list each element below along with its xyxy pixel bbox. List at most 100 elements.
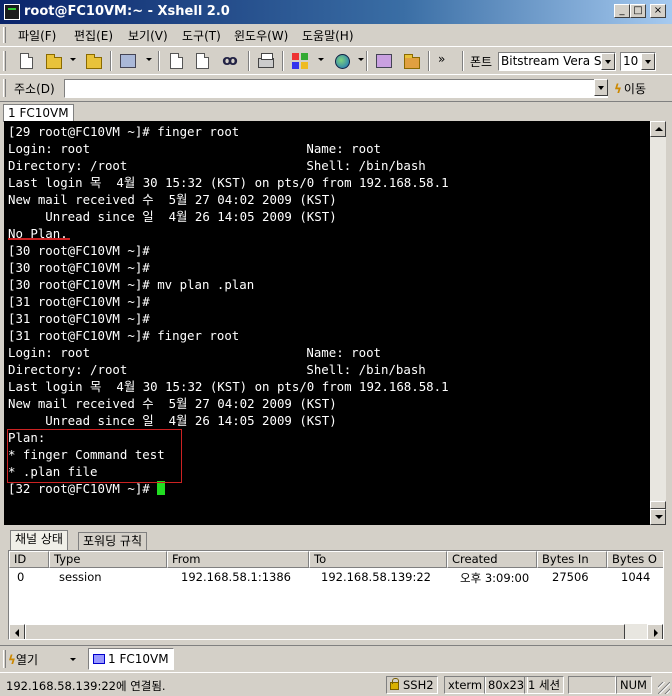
- column-header-type[interactable]: Type: [49, 551, 167, 568]
- session-tab[interactable]: 1 FC10VM: [3, 104, 74, 122]
- address-dropdown-arrow[interactable]: [594, 79, 608, 96]
- layout-dropdown-arrow[interactable]: [318, 58, 324, 61]
- toolbar-separator: [248, 51, 250, 71]
- lock-icon: [390, 678, 399, 690]
- menu-tools[interactable]: 도구(T): [182, 27, 221, 44]
- resize-grip[interactable]: [658, 682, 670, 694]
- toolbar-grip[interactable]: [3, 51, 6, 71]
- terminal-line: Unread since 일 4월 26 14:05 2009 (KST): [8, 209, 337, 224]
- column-header-id[interactable]: ID: [9, 551, 49, 568]
- scroll-up-button[interactable]: [650, 121, 666, 137]
- address-input[interactable]: [64, 79, 608, 98]
- toolbar-separator: [158, 51, 160, 71]
- scroll-down-button[interactable]: [650, 509, 666, 525]
- open-session-button[interactable]: [44, 51, 64, 71]
- cell-bytes-in: 27506: [552, 570, 589, 584]
- column-header-to[interactable]: To: [309, 551, 447, 568]
- terminal-screen[interactable]: [29 root@FC10VM ~]# finger root Login: ro…: [4, 121, 650, 525]
- cell-to: 192.168.58.139:22: [321, 570, 431, 584]
- folder-lock-icon: [86, 53, 102, 69]
- terminal-scrollbar[interactable]: [650, 121, 666, 525]
- toolbar-separator: [366, 51, 368, 71]
- address-label: 주소(D): [14, 82, 55, 96]
- scroll-thumb[interactable]: [650, 501, 666, 509]
- transfer-dropdown-arrow[interactable]: [358, 58, 364, 61]
- open-dropdown-arrow[interactable]: [70, 58, 76, 61]
- scroll-left-button[interactable]: [9, 624, 25, 639]
- new-document-icon: [19, 53, 33, 69]
- minimize-button[interactable]: _: [614, 4, 630, 18]
- session-manager-button[interactable]: [84, 51, 104, 71]
- cell-bytes-out: 1044: [621, 570, 651, 584]
- session-count-panel: 1 세션: [524, 676, 565, 694]
- menu-window[interactable]: 윈도우(W): [234, 27, 288, 44]
- more-tools-chevron[interactable]: »: [438, 52, 445, 66]
- xshell-app-icon[interactable]: [4, 4, 20, 20]
- find-button[interactable]: ꝏ: [220, 51, 240, 71]
- terminal-line: Directory: /root Shell: /bin/bash: [8, 362, 426, 377]
- cell-id: 0: [17, 570, 25, 584]
- terminal-line: [29 root@FC10VM ~]# finger root: [8, 124, 240, 139]
- open-dropdown-arrow[interactable]: [70, 658, 76, 661]
- column-header-bytes-in[interactable]: Bytes In: [537, 551, 607, 568]
- go-button[interactable]: ϟ 이동: [614, 80, 646, 97]
- font-dropdown-arrow[interactable]: [601, 53, 615, 70]
- addressbar-grip[interactable]: [3, 79, 6, 97]
- session-tab-strip: 1 FC10VM: [0, 101, 672, 122]
- arrow-down-icon: [655, 515, 663, 519]
- terminal-line: New mail received 수 5월 27 04:02 2009 (KS…: [8, 192, 337, 207]
- font-size-dropdown-arrow[interactable]: [641, 53, 655, 70]
- menu-file[interactable]: 파일(F): [18, 27, 56, 44]
- globe-icon: [334, 53, 350, 69]
- tab-forwarding-rules[interactable]: 포워딩 규칙: [78, 532, 148, 550]
- taskbar-grip[interactable]: [3, 650, 6, 668]
- column-header-bytes-out[interactable]: Bytes O: [607, 551, 663, 568]
- close-button[interactable]: ×: [650, 4, 666, 18]
- column-header-from[interactable]: From: [167, 551, 309, 568]
- transfer-button[interactable]: [332, 51, 352, 71]
- copy-button[interactable]: [166, 51, 186, 71]
- menu-edit[interactable]: 편집(E): [74, 27, 113, 44]
- font-size-select[interactable]: 10: [620, 52, 656, 71]
- script-button[interactable]: [374, 51, 394, 71]
- binoculars-icon: ꝏ: [222, 53, 238, 69]
- scroll-right-button[interactable]: [647, 624, 663, 639]
- session-button[interactable]: 1 FC10VM: [88, 648, 174, 670]
- session-taskbar: ϟ열기 1 FC10VM: [0, 645, 672, 671]
- channel-list[interactable]: ID Type From To Created Bytes In Bytes O…: [8, 550, 664, 640]
- print-button[interactable]: [256, 51, 276, 71]
- menu-view[interactable]: 보기(V): [128, 27, 168, 44]
- properties-dropdown-arrow[interactable]: [146, 58, 152, 61]
- maximize-button[interactable]: □: [630, 4, 646, 18]
- font-select-value: Bitstream Vera S: [501, 54, 602, 68]
- options-button[interactable]: [402, 51, 422, 71]
- connection-status-text: 192.168.58.139:22에 연결됨.: [6, 679, 166, 693]
- caps-panel: [568, 676, 616, 694]
- menu-bar: 파일(F) 편집(E) 보기(V) 도구(T) 윈도우(W) 도움말(H): [0, 24, 672, 46]
- terminal-line: [31 root@FC10VM ~]#: [8, 311, 150, 326]
- options-icon: [404, 53, 420, 69]
- new-session-button[interactable]: [16, 51, 36, 71]
- open-button[interactable]: ϟ열기: [8, 651, 38, 668]
- font-label: 폰트: [470, 55, 493, 69]
- menu-help[interactable]: 도움말(H): [302, 27, 354, 44]
- paste-button[interactable]: [192, 51, 212, 71]
- terminal-line: [30 root@FC10VM ~]#: [8, 260, 150, 275]
- layout-button[interactable]: [290, 51, 310, 71]
- properties-button[interactable]: [118, 51, 138, 71]
- tab-channel-status[interactable]: 채널 상태: [10, 530, 68, 550]
- paste-icon: [195, 53, 209, 69]
- terminal-type-panel: xterm: [444, 676, 487, 694]
- no-plan-highlight-underline: [8, 238, 70, 240]
- font-select[interactable]: Bitstream Vera S: [498, 52, 616, 71]
- horizontal-scroll-thumb[interactable]: [25, 624, 625, 639]
- column-header-created[interactable]: Created: [447, 551, 537, 568]
- terminal-line: [31 root@FC10VM ~]# finger root: [8, 328, 240, 343]
- terminal-line: Last login 목 4월 30 15:32 (KST) on pts/0 …: [8, 379, 449, 394]
- menubar-grip[interactable]: [3, 27, 6, 43]
- folder-icon: [46, 53, 62, 69]
- lightning-icon: ϟ: [614, 82, 622, 96]
- terminal-cursor: [157, 481, 166, 495]
- cell-from: 192.168.58.1:1386: [181, 570, 291, 584]
- lightning-icon: ϟ: [8, 653, 16, 667]
